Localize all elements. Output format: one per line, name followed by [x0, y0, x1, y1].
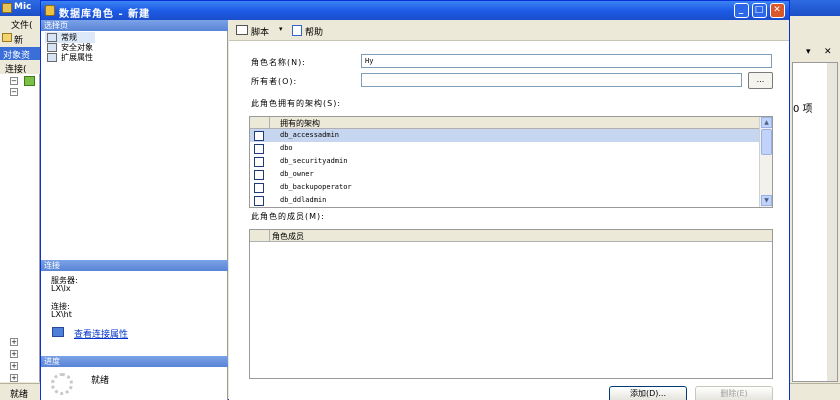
connection-value: LX\ht [51, 310, 72, 319]
schema-name: db_backupoperator [280, 183, 352, 191]
page-extended-properties[interactable]: 扩展属性 [45, 52, 93, 63]
schema-row[interactable]: dbo [250, 142, 760, 155]
schema-checkbox[interactable] [254, 144, 264, 154]
page-icon [47, 33, 57, 42]
tree-collapse-icon[interactable]: − [10, 77, 18, 85]
role-members-header-text: 角色成员 [272, 232, 304, 241]
database-icon [45, 5, 55, 16]
schema-name: db_accessadmin [280, 131, 340, 139]
tree-expand-icon[interactable]: + [10, 338, 18, 346]
background-title-text: Mic [14, 2, 32, 12]
schema-name: dbo [280, 144, 293, 152]
general-page-content: 脚本 ▾ 帮助 角色名称(N): Hy 所有者(O): ... 此角色拥有的架构… [229, 20, 789, 400]
schema-row[interactable]: db_securityadmin [250, 155, 760, 168]
summary-scrollbar[interactable] [827, 63, 837, 381]
scroll-thumb[interactable] [761, 129, 772, 155]
schema-checkbox[interactable] [254, 157, 264, 167]
summary-panel: ▾ ✕ [790, 30, 840, 382]
members-icon-column-header [250, 230, 270, 242]
new-query-label: 新 [14, 36, 24, 46]
progress-header: 进度 [41, 356, 228, 367]
new-query-button[interactable]: 新 [0, 30, 40, 46]
schema-row[interactable]: db_owner [250, 168, 760, 181]
select-page-header: 选择页 [41, 20, 228, 31]
new-icon [2, 33, 12, 42]
help-button[interactable]: 帮助 [305, 25, 323, 38]
owned-schemas-header-text: 拥有的架构 [280, 119, 320, 128]
schema-name: db_owner [280, 170, 314, 178]
role-members-label: 此角色的成员(M): [251, 212, 325, 221]
connect-dropdown[interactable]: 连接( [0, 60, 40, 75]
dialog-title-bar[interactable]: 数据库角色 - 新建 _ □ ✕ [41, 1, 789, 20]
page-extended-label: 扩展属性 [61, 53, 93, 62]
page-securables-label: 安全对象 [61, 43, 93, 52]
schema-checkbox[interactable] [254, 183, 264, 193]
maximize-button[interactable]: □ [752, 3, 767, 18]
schema-row[interactable]: db_ddladmin [250, 194, 760, 207]
minimize-button[interactable]: _ [734, 3, 749, 18]
scroll-down-icon[interactable]: ▼ [761, 195, 772, 206]
schema-row[interactable]: db_backupoperator [250, 181, 760, 194]
page-icon [47, 43, 57, 52]
schema-row[interactable]: db_accessadmin [250, 129, 760, 142]
schema-checkbox[interactable] [254, 170, 264, 180]
role-members-header: 角色成员 [250, 230, 772, 242]
schemas-scrollbar[interactable]: ▲ ▼ [759, 117, 772, 207]
page-general-label: 常规 [61, 33, 77, 42]
role-name-input[interactable]: Hy [361, 54, 772, 68]
owned-schemas-table[interactable]: 拥有的架构 db_accessadmin dbo db_securityadmi… [249, 116, 773, 208]
dialog-toolbar: 脚本 ▾ 帮助 [229, 20, 789, 41]
add-member-button[interactable]: 添加(D)... [609, 386, 687, 400]
server-icon [24, 76, 35, 86]
app-icon [2, 3, 12, 13]
owner-browse-button[interactable]: ... [748, 72, 773, 89]
schema-checkbox[interactable] [254, 196, 264, 206]
close-button[interactable]: ✕ [770, 3, 785, 18]
check-column-header [250, 117, 270, 129]
connection-header: 连接 [41, 260, 228, 271]
dropdown-arrow-icon[interactable]: ▾ [806, 47, 811, 57]
help-icon[interactable] [292, 25, 302, 36]
tree-expand-icon[interactable]: + [10, 362, 18, 370]
server-value: LX\lx [51, 284, 71, 293]
schema-checkbox[interactable] [254, 131, 264, 141]
script-dropdown-icon[interactable]: ▾ [279, 25, 283, 33]
object-explorer-title: 对象资 [0, 47, 40, 61]
progress-status: 就绪 [91, 376, 110, 386]
summary-toolbar: ▾ ✕ [790, 44, 840, 60]
role-name-label: 角色名称(N): [251, 58, 306, 67]
progress-spinner-icon [51, 373, 73, 395]
page-icon [47, 53, 57, 62]
owned-schemas-header: 拥有的架构 [250, 117, 760, 129]
tree-expand-icon[interactable]: + [10, 350, 18, 358]
remove-member-button[interactable]: 删除(E) [695, 386, 773, 400]
owner-label: 所有者(O): [251, 77, 298, 86]
object-explorer-tree[interactable]: − − + + + + [0, 74, 40, 382]
tree-expand-icon[interactable]: + [10, 374, 18, 382]
connection-properties-icon [52, 327, 64, 337]
item-count: 0 项 [793, 104, 813, 115]
schema-name: db_ddladmin [280, 196, 327, 204]
script-icon[interactable] [236, 25, 248, 35]
script-button[interactable]: 脚本 [251, 25, 269, 38]
owner-input[interactable] [361, 73, 742, 87]
scroll-up-icon[interactable]: ▲ [761, 117, 772, 128]
role-members-table[interactable]: 角色成员 [249, 229, 773, 379]
new-database-role-dialog: 数据库角色 - 新建 _ □ ✕ 选择页 常规 安全对象 扩展属性 连接 服务器… [40, 0, 790, 400]
close-panel-icon[interactable]: ✕ [824, 47, 832, 57]
menu-file[interactable]: 文件( [0, 16, 40, 31]
view-connection-properties-link[interactable]: 查看连接属性 [74, 327, 128, 340]
dialog-title-text: 数据库角色 - 新建 [59, 9, 151, 20]
owned-schemas-label: 此角色拥有的架构(S): [251, 99, 342, 108]
status-text: 就绪 [10, 390, 29, 400]
schema-name: db_securityadmin [280, 157, 348, 165]
page-selector-pane: 选择页 常规 安全对象 扩展属性 连接 服务器: LX\lx 连接: LX\ht… [41, 20, 228, 400]
tree-collapse-icon[interactable]: − [10, 88, 18, 96]
